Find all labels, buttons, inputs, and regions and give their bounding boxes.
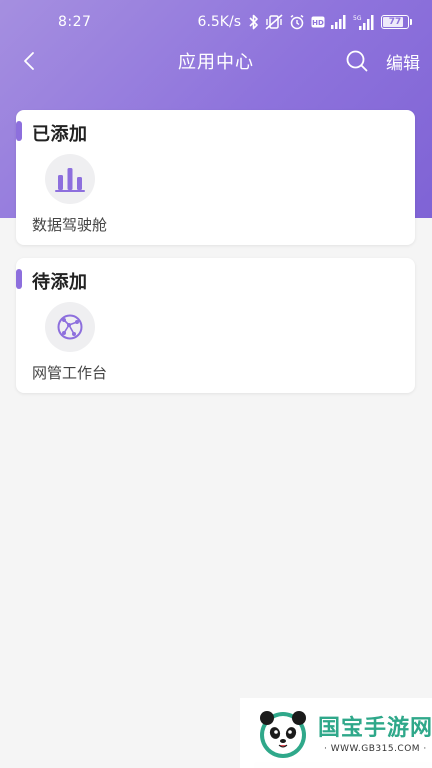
bar-chart-icon: [55, 168, 85, 192]
section-title-added: 已添加: [32, 124, 88, 145]
app-label: 网管工作台: [32, 364, 108, 382]
signal-5g-icon: 5G: [353, 13, 375, 31]
panda-logo-icon: [260, 711, 306, 758]
app-icon-background: [45, 154, 95, 204]
chevron-left-icon: [24, 52, 34, 70]
section-marker: [16, 269, 22, 289]
network-speed: 6.5K/s: [197, 14, 241, 30]
network-type-label: 5G: [353, 15, 362, 22]
network-globe-icon: [57, 314, 83, 340]
app-icon-background: [45, 302, 95, 352]
hd-icon: HD: [311, 13, 325, 31]
alarm-icon: [289, 13, 305, 31]
back-button[interactable]: [16, 48, 42, 74]
app-center-page: 8:27 6.5K/s HD 5G 77 应用中心 编辑 已添加 数据驾驶舱 待…: [0, 0, 432, 768]
watermark-brand: 国宝手游网: [318, 716, 432, 741]
app-item-data-cockpit[interactable]: 数据驾驶舱: [32, 154, 116, 238]
status-icons: 6.5K/s HD 5G 77: [198, 13, 412, 31]
section-marker: [16, 121, 22, 141]
app-label: 数据驾驶舱: [32, 216, 108, 234]
watermark-url: · WWW.GB315.COM ·: [324, 744, 427, 754]
search-button[interactable]: [344, 48, 370, 74]
app-item-network-workbench[interactable]: 网管工作台: [32, 302, 116, 386]
search-icon: [346, 50, 368, 72]
battery-icon: 77: [381, 15, 412, 29]
added-apps-section: 已添加 数据驾驶舱: [16, 110, 415, 245]
top-navigation-bar: 应用中心 编辑: [0, 40, 432, 80]
svg-text:HD: HD: [312, 19, 324, 27]
vibrate-off-icon: [265, 13, 283, 31]
signal-icon: [331, 13, 347, 31]
battery-level: 77: [388, 17, 402, 27]
pending-apps-section: 待添加 网管工作台: [16, 258, 415, 393]
watermark: 国宝手游网 · WWW.GB315.COM ·: [240, 698, 432, 768]
edit-button[interactable]: 编辑: [386, 49, 420, 74]
section-title-pending: 待添加: [32, 272, 88, 293]
bluetooth-icon: [249, 13, 259, 31]
status-time: 8:27: [58, 14, 92, 30]
